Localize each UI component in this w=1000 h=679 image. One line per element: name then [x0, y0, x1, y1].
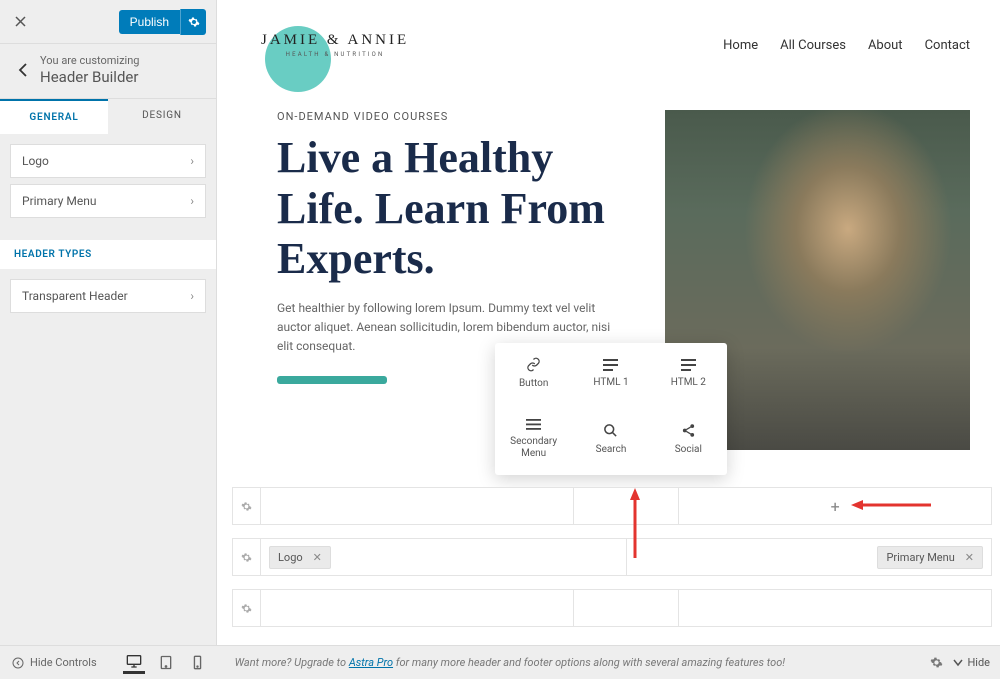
- builder-cell-right[interactable]: [679, 590, 991, 626]
- site-logo[interactable]: JAMIE & ANNIE HEALTH & NUTRITION: [247, 32, 409, 58]
- sidebar-top-bar: Publish: [0, 0, 216, 44]
- nav-courses[interactable]: All Courses: [780, 38, 846, 53]
- sidebar-item-label: Logo: [22, 154, 49, 168]
- tab-general[interactable]: GENERAL: [0, 99, 108, 134]
- builder-cell-right[interactable]: +: [679, 488, 991, 524]
- popup-item-secondary-menu[interactable]: Secondary Menu: [495, 405, 572, 475]
- popup-item-label: Social: [675, 444, 702, 457]
- remove-chip-button[interactable]: ✕: [965, 551, 974, 564]
- chevron-right-icon: ›: [190, 154, 194, 168]
- site-header: JAMIE & ANNIE HEALTH & NUTRITION Home Al…: [217, 0, 1000, 90]
- popup-item-html1[interactable]: HTML 1: [572, 343, 649, 405]
- builder-settings-button[interactable]: [930, 656, 943, 669]
- sidebar-item-primary-menu[interactable]: Primary Menu ›: [10, 184, 206, 218]
- chevron-right-icon: ›: [190, 289, 194, 303]
- device-desktop-button[interactable]: [123, 652, 145, 674]
- general-items: Logo › Primary Menu ›: [0, 134, 216, 234]
- nav-contact[interactable]: Contact: [925, 38, 970, 53]
- sidebar-item-label: Transparent Header: [22, 289, 128, 303]
- customizing-label: You are customizing: [40, 54, 202, 67]
- popup-item-label: HTML 2: [671, 377, 706, 390]
- hide-controls-button[interactable]: Hide Controls: [0, 656, 109, 669]
- popup-item-label: Secondary Menu: [499, 436, 568, 461]
- bottom-bar: Hide Controls Want more? Upgrade to Astr…: [0, 645, 1000, 679]
- publish-group: Publish: [119, 9, 206, 35]
- share-icon: [681, 423, 696, 438]
- builder-cell-right[interactable]: Primary Menu ✕: [627, 539, 992, 575]
- remove-chip-button[interactable]: ✕: [313, 551, 322, 564]
- logo-chip[interactable]: Logo ✕: [269, 546, 331, 569]
- html-icon: [603, 359, 618, 371]
- popup-item-label: Button: [519, 378, 548, 391]
- builder-cell-left[interactable]: Logo ✕: [261, 539, 627, 575]
- back-button[interactable]: [10, 58, 34, 82]
- logo-title: JAMIE & ANNIE: [261, 32, 409, 49]
- popup-item-social[interactable]: Social: [650, 405, 727, 475]
- row-settings-button[interactable]: [233, 590, 261, 626]
- header-types-label: HEADER TYPES: [0, 240, 216, 269]
- add-element-button[interactable]: +: [831, 497, 840, 516]
- popup-item-label: Search: [596, 444, 627, 457]
- search-icon: [603, 423, 618, 438]
- close-customizer-button[interactable]: [10, 12, 30, 32]
- element-picker-popup: Button HTML 1 HTML 2 Secondary Menu Sear…: [495, 343, 727, 475]
- header-type-items: Transparent Header ›: [0, 269, 216, 329]
- chip-label: Primary Menu: [886, 551, 954, 564]
- chevron-right-icon: ›: [190, 194, 194, 208]
- hide-controls-label: Hide Controls: [30, 656, 97, 669]
- header-builder-rows: + Logo ✕ Primary Menu ✕: [232, 487, 992, 640]
- primary-menu: Home All Courses About Contact: [723, 38, 970, 53]
- menu-icon: [526, 419, 541, 430]
- hero-cta-button[interactable]: [277, 376, 387, 384]
- astra-pro-link[interactable]: Astra Pro: [349, 656, 393, 669]
- section-header: You are customizing Header Builder: [0, 44, 216, 99]
- hero-eyebrow: ON-DEMAND VIDEO COURSES: [277, 110, 635, 123]
- popup-item-html2[interactable]: HTML 2: [650, 343, 727, 405]
- tab-design[interactable]: DESIGN: [108, 99, 216, 134]
- hide-builder-button[interactable]: Hide: [953, 656, 990, 669]
- builder-cell-center[interactable]: [574, 488, 680, 524]
- sidebar-item-logo[interactable]: Logo ›: [10, 144, 206, 178]
- builder-cell-left[interactable]: [261, 590, 574, 626]
- primary-menu-chip[interactable]: Primary Menu ✕: [877, 546, 983, 569]
- popup-item-label: HTML 1: [593, 377, 628, 390]
- sidebar-tabs: GENERAL DESIGN: [0, 99, 216, 134]
- builder-row-below: [232, 589, 992, 627]
- section-title: Header Builder: [40, 68, 202, 86]
- nav-about[interactable]: About: [868, 38, 903, 53]
- sidebar-item-label: Primary Menu: [22, 194, 97, 208]
- popup-item-button[interactable]: Button: [495, 343, 572, 405]
- link-icon: [526, 357, 541, 372]
- chip-label: Logo: [278, 551, 303, 564]
- device-tablet-button[interactable]: [155, 652, 177, 674]
- sidebar-item-transparent-header[interactable]: Transparent Header ›: [10, 279, 206, 313]
- publish-button[interactable]: Publish: [119, 10, 180, 34]
- nav-home[interactable]: Home: [723, 38, 758, 53]
- logo-subtitle: HEALTH & NUTRITION: [261, 51, 409, 58]
- device-mobile-button[interactable]: [187, 652, 209, 674]
- publish-settings-button[interactable]: [180, 9, 206, 35]
- row-settings-button[interactable]: [233, 539, 261, 575]
- popup-item-search[interactable]: Search: [572, 405, 649, 475]
- builder-row-above: +: [232, 487, 992, 525]
- builder-cell-left[interactable]: [261, 488, 574, 524]
- builder-cell-center[interactable]: [574, 590, 680, 626]
- upgrade-message: Want more? Upgrade to Astra Pro for many…: [235, 656, 931, 669]
- html-icon: [681, 359, 696, 371]
- device-switcher: [123, 652, 209, 674]
- row-settings-button[interactable]: [233, 488, 261, 524]
- hero-title: Live a Healthy Life. Learn From Experts.: [277, 133, 635, 285]
- customizer-sidebar: Publish You are customizing Header Build…: [0, 0, 217, 645]
- builder-row-primary: Logo ✕ Primary Menu ✕: [232, 538, 992, 576]
- hide-label: Hide: [967, 656, 990, 669]
